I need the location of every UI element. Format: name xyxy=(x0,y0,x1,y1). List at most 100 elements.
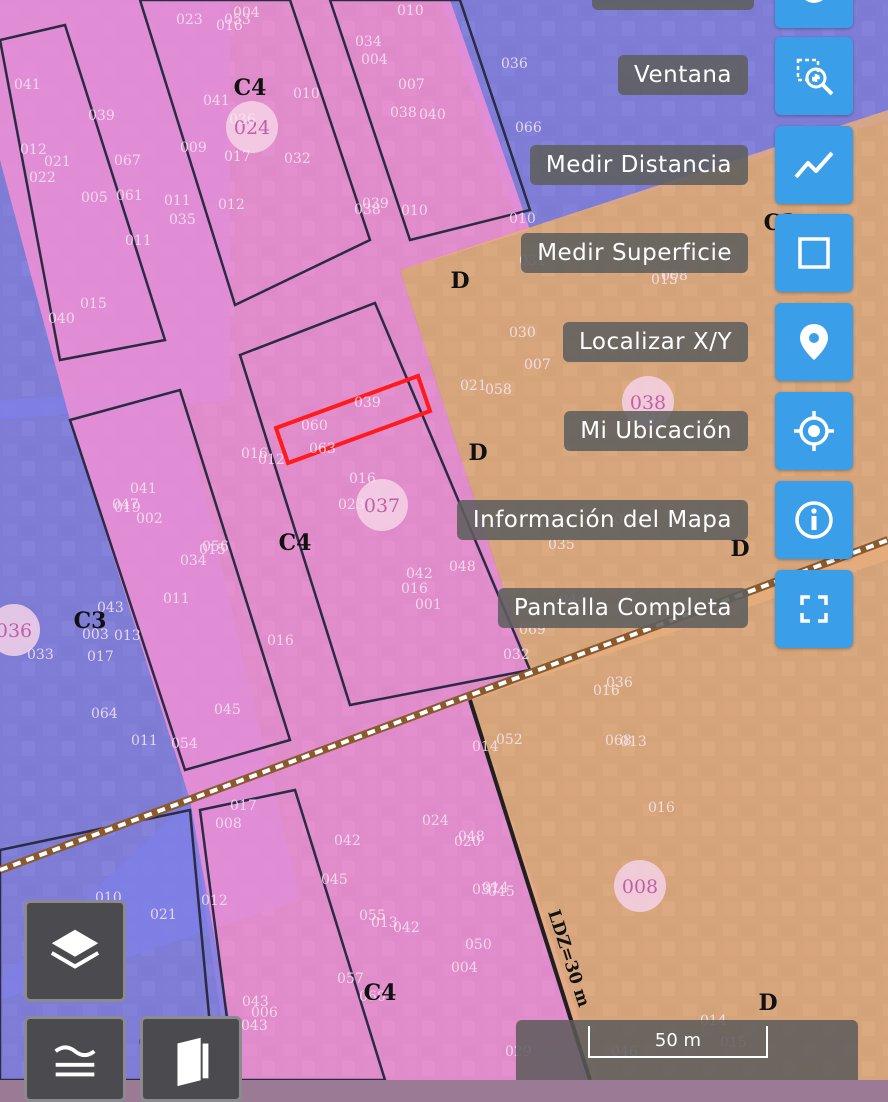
mi-ubicacion-button[interactable] xyxy=(775,392,853,470)
lot-number-label: 030 xyxy=(509,325,536,341)
zone-label: C4 xyxy=(234,75,267,101)
zone-label: D xyxy=(758,990,777,1016)
lot-number-label: 012 xyxy=(258,452,285,468)
basemap-button[interactable] xyxy=(24,1016,126,1102)
lot-number-label: 040 xyxy=(419,107,446,123)
zone-label: D xyxy=(450,268,469,294)
lot-number-label: 011 xyxy=(164,193,191,209)
informacion-mapa-label: Información del Mapa xyxy=(456,500,748,540)
lot-number-label: 016 xyxy=(401,581,428,597)
lot-number-label: 016 xyxy=(648,800,675,816)
lot-number-label: 039 xyxy=(362,196,389,212)
my-location-icon xyxy=(794,411,834,451)
zoom-window-icon xyxy=(796,58,834,96)
lot-number-label: 002 xyxy=(136,511,163,527)
lot-number-label: 040 xyxy=(48,311,75,327)
lot-number-label: 068 xyxy=(605,733,632,749)
fullscreen-icon xyxy=(800,595,828,623)
zone-label: C3 xyxy=(74,608,107,634)
lot-number-label: 057 xyxy=(337,971,364,987)
localizar-xy-button[interactable] xyxy=(775,303,853,381)
lot-number-label: 012 xyxy=(201,893,228,909)
lot-number-label: 063 xyxy=(309,441,336,457)
lot-number-label: 010 xyxy=(397,3,424,19)
medir-distancia-label: Medir Distancia xyxy=(529,145,748,185)
map-pages-button[interactable] xyxy=(140,1016,242,1102)
lot-number-label: 010 xyxy=(293,86,320,102)
lot-number-label: 017 xyxy=(230,798,257,814)
lot-number-label: 032 xyxy=(284,151,311,167)
lot-number-label: 011 xyxy=(163,591,190,607)
lot-number-label: 012 xyxy=(218,197,245,213)
lot-number-label: 043 xyxy=(242,994,269,1010)
lot-number-label: 047 xyxy=(112,497,139,513)
basemap-icon xyxy=(54,1045,96,1077)
lot-number-label: 043 xyxy=(241,1018,268,1034)
lot-number-label: 032 xyxy=(503,647,530,663)
lot-number-label: 041 xyxy=(130,481,157,497)
lot-number-label: 023 xyxy=(338,497,365,513)
lot-number-label: 005 xyxy=(81,190,108,206)
zoning-map[interactable]: 024037036038008 017004005016015006008013… xyxy=(0,0,888,1080)
lot-number-label: 042 xyxy=(334,833,361,849)
lot-number-label: 004 xyxy=(451,960,478,976)
layers-icon xyxy=(50,929,100,969)
pantalla-completa-button[interactable] xyxy=(775,570,853,648)
lot-number-label: 021 xyxy=(460,378,487,394)
mi-ubicacion-label: Mi Ubicación xyxy=(564,411,748,451)
lot-number-label: 035 xyxy=(169,212,196,228)
lot-number-label: 039 xyxy=(354,395,381,411)
block-id-label: 037 xyxy=(364,495,400,517)
lot-number-label: 036 xyxy=(229,112,256,128)
lot-number-label: 034 xyxy=(355,34,382,50)
lot-number-label: 022 xyxy=(29,170,56,186)
zone-label: C4 xyxy=(364,980,397,1006)
lot-number-label: 017 xyxy=(87,649,114,665)
medir-superficie-button[interactable] xyxy=(775,214,853,292)
lot-number-label: 016 xyxy=(349,471,376,487)
lot-number-label: 015 xyxy=(80,296,107,312)
lot-number-label: 060 xyxy=(301,418,328,434)
lot-number-label: 045 xyxy=(488,884,515,900)
lot-number-label: 008 xyxy=(215,816,242,832)
lot-number-label: 061 xyxy=(116,188,143,204)
measure-distance-icon xyxy=(794,151,834,179)
lot-number-label: 023 xyxy=(176,12,203,28)
lot-number-label: 021 xyxy=(44,154,71,170)
ventana-button[interactable] xyxy=(775,37,853,115)
lot-number-label: 041 xyxy=(203,93,230,109)
lot-number-label: 007 xyxy=(398,77,425,93)
medir-distancia-button[interactable] xyxy=(775,126,853,204)
partial-top-button[interactable] xyxy=(775,0,853,28)
lot-number-label: 034 xyxy=(180,553,207,569)
layers-button[interactable] xyxy=(24,900,126,1002)
measure-area-icon xyxy=(798,237,830,269)
lot-number-label: 041 xyxy=(14,77,41,93)
lot-number-label: 010 xyxy=(509,211,536,227)
informacion-mapa-button[interactable] xyxy=(775,481,853,559)
lot-number-label: 048 xyxy=(458,829,485,845)
lot-number-label: 045 xyxy=(214,702,241,718)
lot-number-label: 004 xyxy=(361,52,388,68)
lot-number-label: 054 xyxy=(171,736,198,752)
lot-number-label: 016 xyxy=(267,633,294,649)
medir-superficie-label: Medir Superficie xyxy=(521,233,748,273)
lot-number-label: 039 xyxy=(88,108,115,124)
lot-number-label: 036 xyxy=(501,56,528,72)
lot-number-label: 045 xyxy=(321,872,348,888)
lot-number-label: 058 xyxy=(485,382,512,398)
lot-number-label: 001 xyxy=(415,597,442,613)
block-id-label: 036 xyxy=(0,620,32,642)
lot-number-label: 055 xyxy=(359,908,386,924)
lot-number-label: 066 xyxy=(515,120,542,136)
lot-number-label: 014 xyxy=(472,739,499,755)
lot-number-label: 052 xyxy=(496,732,523,748)
lot-number-label: 012 xyxy=(20,142,47,158)
lot-number-label: 009 xyxy=(180,140,207,156)
lot-number-label: 038 xyxy=(390,105,417,121)
scale-bar: 50 m xyxy=(516,1020,858,1080)
lot-number-label: 010 xyxy=(401,203,428,219)
ventana-label: Ventana xyxy=(618,55,748,95)
block-id-label: 008 xyxy=(622,876,658,898)
zone-label: C4 xyxy=(279,530,312,556)
